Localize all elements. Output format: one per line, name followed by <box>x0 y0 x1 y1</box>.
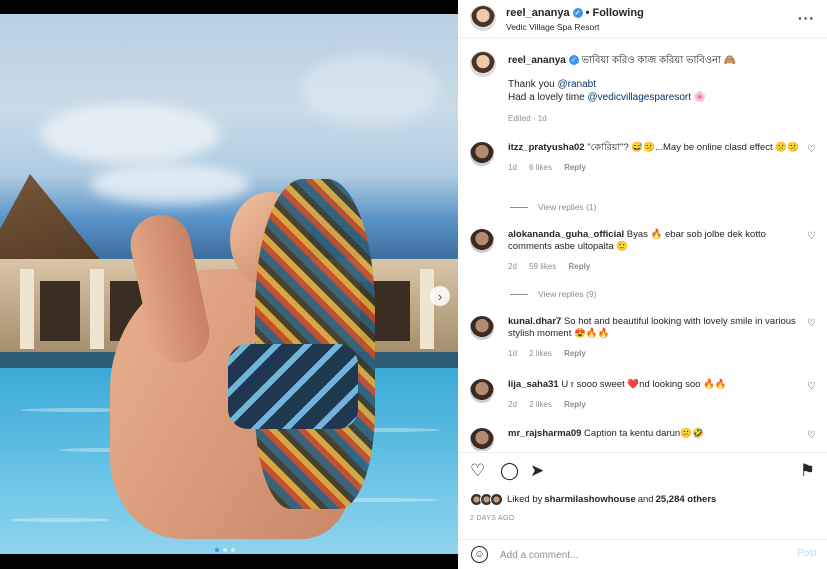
caption-line1: Thank you <box>508 79 558 90</box>
likes-count[interactable]: 25,284 others <box>656 494 717 505</box>
liked-by-user[interactable]: sharmilashowhouse <box>544 494 635 505</box>
post-button[interactable]: Post <box>797 548 817 559</box>
post-photo[interactable]: › <box>0 14 458 554</box>
post-panel: reel_ananya ✓ • Following Vedic Village Spa… <box>458 0 827 569</box>
carousel-dots <box>215 548 235 552</box>
post-header: reel_ananya ✓ • Following Vedic Village Spa… <box>458 0 827 38</box>
send-icon[interactable]: ➤ <box>530 462 544 479</box>
reply-button[interactable]: Reply <box>564 400 586 409</box>
comments-list[interactable]: reel_ananya ✓ ভাবিয়া করিও কাজ করিয়া ভাব… <box>458 39 827 451</box>
caption-title: ভাবিয়া করিও কাজ করিয়া ভাবিওনা 🙈 <box>581 55 737 66</box>
reply-button[interactable]: Reply <box>564 349 586 358</box>
next-photo-button[interactable]: › <box>430 286 450 306</box>
liked-by: Liked by sharmilashowhouse and 25,284 ot… <box>470 493 716 506</box>
comment-username[interactable]: lija_saha31 <box>508 379 559 390</box>
avatar[interactable] <box>470 229 494 253</box>
divider <box>510 293 528 295</box>
comment-icon[interactable]: ◯ <box>500 462 519 479</box>
comment-username[interactable]: alokananda_guha_official <box>508 229 624 240</box>
comment-input[interactable] <box>500 545 780 565</box>
mention-link[interactable]: @ranabt <box>557 79 596 90</box>
avatar[interactable] <box>470 5 496 31</box>
emoji-icon[interactable]: ☺ <box>471 546 488 563</box>
header-username[interactable]: reel_ananya <box>506 7 570 19</box>
comment-username[interactable]: itzz_pratyusha02 <box>508 142 585 153</box>
comment-likes[interactable]: 6 likes <box>529 163 552 172</box>
view-replies-label: View replies (9) <box>538 289 597 299</box>
comment-likes[interactable]: 59 likes <box>529 262 556 271</box>
view-replies-button[interactable]: View replies (1) <box>510 202 596 212</box>
caption-meta: Edited · 1d <box>508 114 547 123</box>
caption-emoji: 🌸 <box>691 92 707 103</box>
liked-by-prefix: Liked by <box>507 494 543 505</box>
comment-time: 1d <box>508 163 517 172</box>
following-button[interactable]: Following <box>592 7 643 19</box>
comment-text: "কোরিয়া"? 😅😕...May be online clasd effe… <box>584 142 799 153</box>
post-date: 2 DAYS AGO <box>470 515 515 522</box>
comment-time: 2d <box>508 400 517 409</box>
reply-button[interactable]: Reply <box>564 163 586 172</box>
view-replies-button[interactable]: View replies (9) <box>510 289 596 299</box>
carousel-dot <box>223 548 227 552</box>
heart-icon[interactable]: ♡ <box>807 318 816 329</box>
heart-icon[interactable]: ♡ <box>470 462 485 479</box>
caption-username[interactable]: reel_ananya <box>508 55 566 66</box>
avatar[interactable] <box>470 51 496 77</box>
carousel-dot <box>231 548 235 552</box>
heart-icon[interactable]: ♡ <box>807 430 816 441</box>
location-link[interactable]: Vedic Village Spa Resort <box>506 22 599 32</box>
comment-text: U r sooo sweet ❤️nd looking soo 🔥🔥 <box>558 379 727 390</box>
separator: • <box>585 7 590 19</box>
comment-text: Caption ta kentu darun😕🤣 <box>581 428 704 439</box>
liked-avatars <box>470 493 503 506</box>
bookmark-icon[interactable]: ⚑ <box>800 462 815 479</box>
comment-username[interactable]: mr_rajsharma09 <box>508 428 581 439</box>
chevron-right-icon: › <box>437 288 443 304</box>
post-actions: ♡ ◯ ➤ ⚑ Liked by sharmilashowhouse and 2… <box>458 452 827 540</box>
verified-icon: ✓ <box>568 55 579 66</box>
divider <box>510 206 528 208</box>
heart-icon[interactable]: ♡ <box>807 144 816 155</box>
avatar[interactable] <box>470 428 494 451</box>
reply-button[interactable]: Reply <box>569 262 591 271</box>
mention-link[interactable]: @vedicvillagesparesort <box>587 92 691 103</box>
add-comment-bar: ☺ Post <box>458 539 827 569</box>
comment-likes[interactable]: 2 likes <box>529 349 552 358</box>
avatar[interactable] <box>470 316 494 340</box>
caption-line2: Had a lovely time <box>508 92 588 103</box>
avatar[interactable] <box>470 379 494 403</box>
heart-icon[interactable]: ♡ <box>807 381 816 392</box>
comment-username[interactable]: kunal.dhar7 <box>508 316 561 327</box>
liked-by-mid: and <box>637 494 654 505</box>
comment-time: 2d <box>508 262 517 271</box>
heart-icon[interactable]: ♡ <box>807 231 816 242</box>
verified-icon: ✓ <box>572 8 583 19</box>
view-replies-label: View replies (1) <box>538 202 597 212</box>
comment-likes[interactable]: 2 likes <box>529 400 552 409</box>
more-horizontal-icon[interactable]: ··· <box>798 10 815 26</box>
carousel-dot <box>215 548 219 552</box>
comment-time: 1d <box>508 349 517 358</box>
avatar[interactable] <box>470 142 494 166</box>
